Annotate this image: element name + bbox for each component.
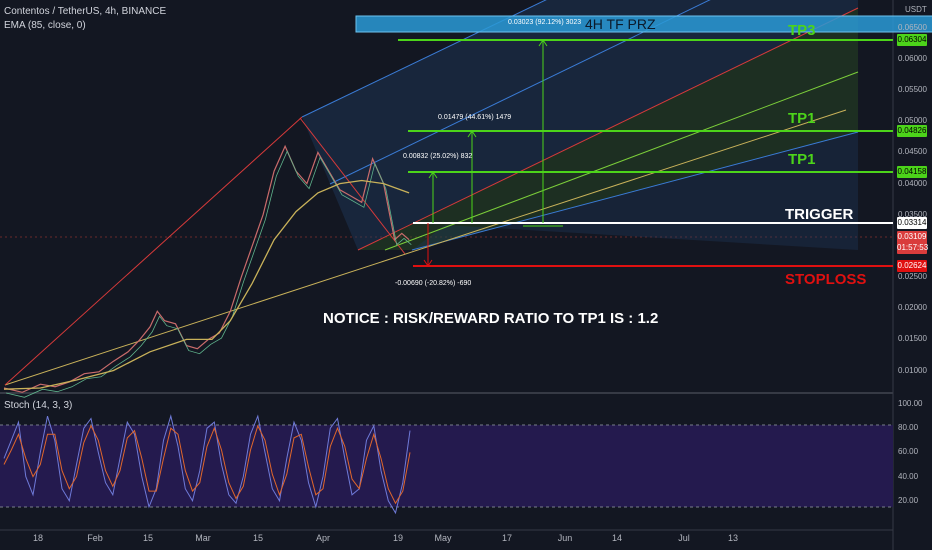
ema-legend[interactable]: EMA (85, close, 0) [4, 20, 86, 31]
tp1-lower-label: TP1 [788, 151, 816, 168]
chart-canvas[interactable]: 4H TF PRZ 0.03023 (92.12%) 3023 0.01479 … [0, 0, 932, 550]
time-tick: 19 [392, 533, 404, 543]
measure-label-tp3: 0.03023 (92.12%) 3023 [508, 19, 581, 26]
time-tick: 18 [32, 533, 44, 543]
price-tick: 0.06000 [898, 53, 927, 63]
stoploss-label: STOPLOSS [785, 271, 866, 288]
countdown-label: 01:57:53 [897, 242, 929, 254]
prz-label: 4H TF PRZ [585, 16, 656, 32]
tp1-upper-price-label: 0.04826 [897, 125, 927, 137]
measure-label-sl: -0.00690 (-20.82%) -690 [395, 280, 471, 287]
tp3-label: TP3 [788, 22, 816, 39]
measure-label-tp1-upper: 0.01479 (44.61%) 1479 [438, 114, 511, 121]
stoch-tick: 40.00 [898, 471, 919, 481]
price-tick: 0.05000 [898, 116, 927, 126]
time-tick: May [434, 533, 452, 543]
time-tick: Feb [87, 533, 103, 543]
stoch-tick: 100.00 [898, 399, 923, 408]
price-tick: 0.06500 [898, 22, 927, 32]
price-tick: 0.04500 [898, 147, 927, 157]
trigger-price-label: 0.03314 [897, 217, 927, 229]
measure-label-tp1-lower: 0.00832 (25.02%) 832 [403, 153, 472, 160]
stoch-legend[interactable]: Stoch (14, 3, 3) [4, 400, 72, 411]
time-tick: Jul [678, 533, 690, 543]
tp1-upper-label: TP1 [788, 110, 816, 127]
time-tick: 15 [142, 533, 154, 543]
trigger-label: TRIGGER [785, 206, 854, 223]
price-tick: 0.02500 [898, 272, 927, 282]
price-tick: 0.02000 [898, 303, 927, 313]
stoch-band [0, 425, 893, 507]
time-tick: 17 [501, 533, 513, 543]
time-tick: Mar [195, 533, 211, 543]
tp1-lower-price-label: 0.04158 [897, 166, 927, 178]
stoch-tick: 80.00 [898, 423, 919, 433]
stoch-tick: 20.00 [898, 495, 919, 505]
notice-text: NOTICE : RISK/REWARD RATIO TO TP1 IS : 1… [323, 310, 658, 327]
price-tick: 0.01500 [898, 334, 927, 344]
time-tick: 14 [611, 533, 623, 543]
time-tick: 13 [727, 533, 739, 543]
tp3-price-label: 0.06304 [897, 34, 927, 46]
stoploss-price-label: 0.02624 [897, 260, 927, 272]
time-tick: Jun [557, 533, 573, 543]
currency-label[interactable]: USDT [905, 5, 927, 14]
time-tick: 15 [252, 533, 264, 543]
price-tick: 0.01000 [898, 365, 927, 375]
stoch-tick: 60.00 [898, 447, 919, 457]
price-tick: 0.05500 [898, 85, 927, 95]
time-tick: Apr [315, 533, 331, 543]
symbol-title[interactable]: Contentos / TetherUS, 4h, BINANCE [4, 6, 166, 17]
price-tick: 0.04000 [898, 178, 927, 188]
